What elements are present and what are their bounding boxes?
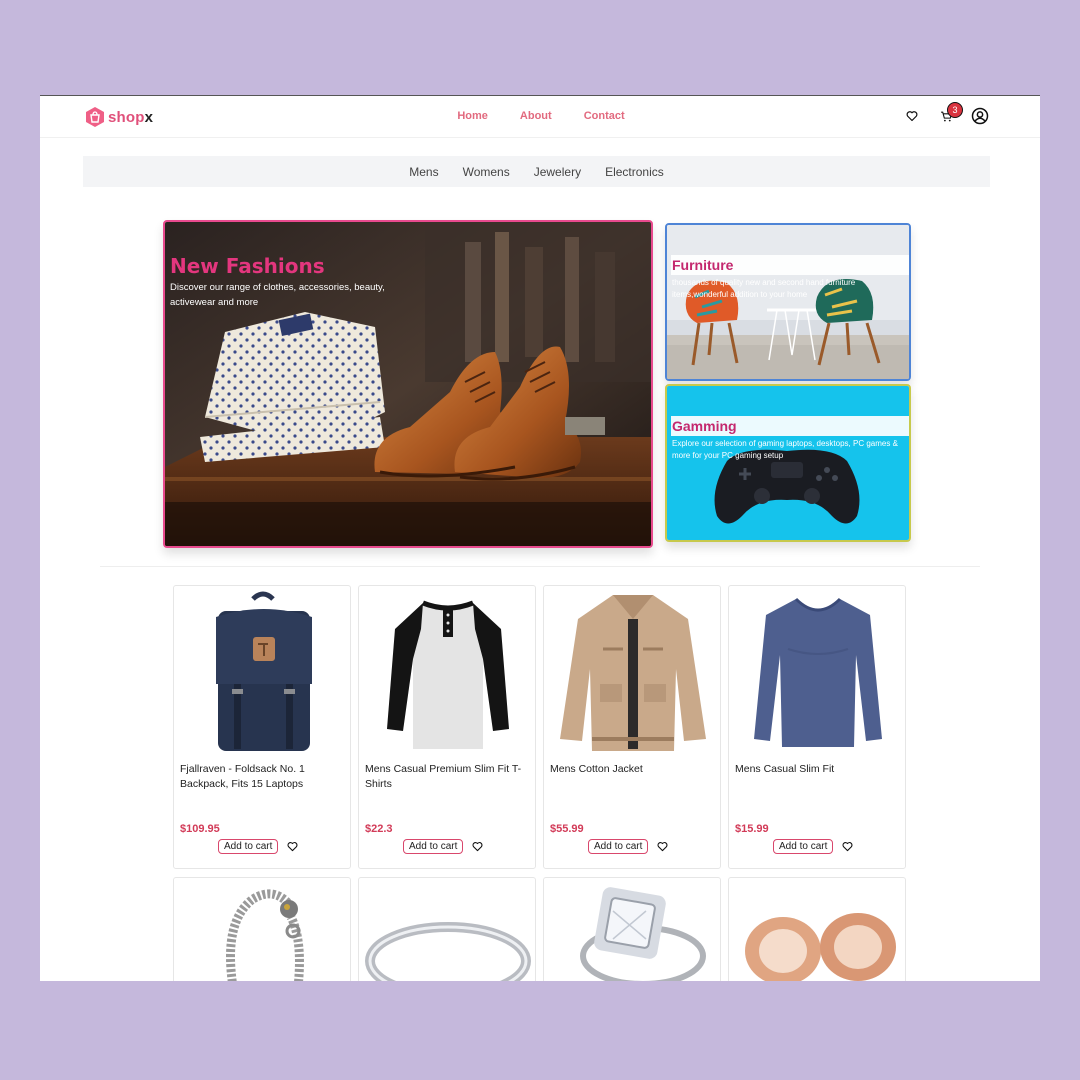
product-card[interactable] <box>543 877 721 981</box>
product-title[interactable]: Mens Casual Premium Slim Fit T-Shirts <box>365 762 525 792</box>
product-image <box>174 881 352 981</box>
category-bar: Mens Womens Jewelery Electronics <box>83 156 990 187</box>
gaming-description: Explore our selection of gaming laptops,… <box>672 439 898 460</box>
hero-furniture-banner[interactable]: Furniture thousands of quality new and s… <box>665 223 911 381</box>
product-title[interactable]: Mens Casual Slim Fit <box>735 762 895 777</box>
product-price: $55.99 <box>550 823 584 835</box>
nav-home-link[interactable]: Home <box>457 110 488 122</box>
ring-image <box>365 922 531 981</box>
category-electronics[interactable]: Electronics <box>605 165 664 179</box>
gaming-title: Gamming <box>672 418 737 434</box>
nav-contact-link[interactable]: Contact <box>584 110 625 122</box>
product-price: $15.99 <box>735 823 769 835</box>
add-to-cart-button[interactable]: Add to cart <box>588 839 649 854</box>
cart-count-badge: 3 <box>947 102 963 118</box>
category-womens[interactable]: Womens <box>463 165 510 179</box>
browser-page: shopx Home About Contact 3 Mens Womens J… <box>40 95 1040 981</box>
product-actions: Add to cart <box>588 839 668 854</box>
product-actions: Add to cart <box>403 839 483 854</box>
top-navbar: shopx Home About Contact 3 <box>40 96 1040 138</box>
main-nav: Home About Contact <box>40 110 1040 122</box>
product-card[interactable]: Mens Casual Premium Slim Fit T-Shirts $2… <box>358 585 536 869</box>
backpack-image <box>216 591 312 751</box>
header-actions: 3 <box>902 102 990 126</box>
product-image <box>359 881 537 981</box>
product-actions: Add to cart <box>218 839 298 854</box>
add-to-cart-button[interactable]: Add to cart <box>403 839 464 854</box>
product-image <box>174 589 352 757</box>
furniture-banner-image <box>667 225 909 379</box>
section-divider <box>100 566 980 567</box>
product-image <box>729 881 907 981</box>
product-image <box>359 589 537 757</box>
product-card[interactable]: Mens Casual Slim Fit $15.99 Add to cart <box>728 585 906 869</box>
account-button[interactable] <box>970 106 990 126</box>
product-actions: Add to cart <box>773 839 853 854</box>
bracelet-image <box>226 889 304 981</box>
product-price: $22.3 <box>365 823 393 835</box>
product-image <box>729 589 907 757</box>
hero-main-title: New Fashions <box>170 254 325 278</box>
category-jewelery[interactable]: Jewelery <box>534 165 581 179</box>
product-title[interactable]: Fjallraven - Foldsack No. 1 Backpack, Fi… <box>180 762 340 792</box>
heart-icon[interactable] <box>472 841 483 852</box>
add-to-cart-button[interactable]: Add to cart <box>218 839 279 854</box>
product-image <box>544 589 722 757</box>
product-card[interactable] <box>358 877 536 981</box>
hero-main-description: Discover our range of clothes, accessori… <box>170 282 385 308</box>
jacket-image <box>560 595 706 751</box>
user-icon <box>971 107 989 125</box>
product-card[interactable]: Mens Cotton Jacket $55.99 Add to cart <box>543 585 721 869</box>
diamond-ring-image <box>580 887 706 981</box>
nav-about-link[interactable]: About <box>520 110 552 122</box>
product-grid: Fjallraven - Foldsack No. 1 Backpack, Fi… <box>173 585 906 981</box>
rose-gold-plugs-image <box>745 913 896 981</box>
hero-gaming-banner[interactable]: Gamming Explore our selection of gaming … <box>665 384 911 542</box>
heart-icon[interactable] <box>842 841 853 852</box>
furniture-description: thousands of quality new and second hand… <box>672 278 856 299</box>
wishlist-button[interactable] <box>902 106 922 126</box>
product-card[interactable] <box>728 877 906 981</box>
hero-fashion-banner[interactable]: New Fashions Discover our range of cloth… <box>163 220 653 548</box>
category-mens[interactable]: Mens <box>409 165 438 179</box>
heart-icon <box>906 111 918 122</box>
longsleeve-shirt-image <box>754 597 882 747</box>
add-to-cart-button[interactable]: Add to cart <box>773 839 834 854</box>
product-card[interactable] <box>173 877 351 981</box>
furniture-title: Furniture <box>672 257 734 273</box>
cart-button[interactable]: 3 <box>936 102 963 126</box>
raglan-shirt-image <box>387 600 509 749</box>
heart-icon[interactable] <box>287 841 298 852</box>
heart-icon[interactable] <box>657 841 668 852</box>
product-price: $109.95 <box>180 823 220 835</box>
product-image <box>544 881 722 981</box>
gaming-banner-image <box>667 386 909 540</box>
product-title[interactable]: Mens Cotton Jacket <box>550 762 710 777</box>
product-card[interactable]: Fjallraven - Foldsack No. 1 Backpack, Fi… <box>173 585 351 869</box>
